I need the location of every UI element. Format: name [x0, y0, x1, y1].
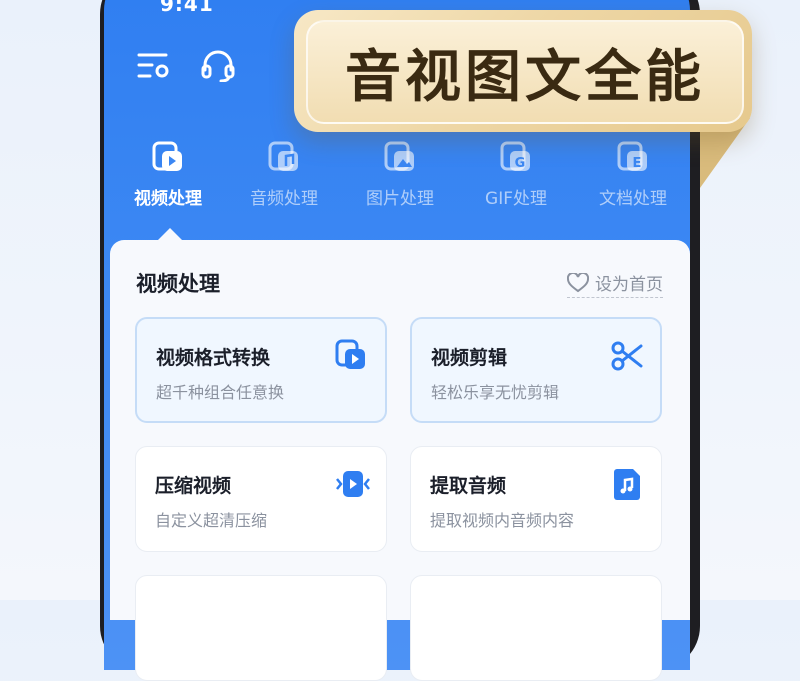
tab-label: GIF处理	[485, 189, 547, 209]
card-subtitle: 超千种组合任意换	[156, 383, 285, 402]
tab-label: 视频处理	[134, 189, 202, 209]
promo-badge-text: 音视图文全能	[345, 44, 705, 110]
card-subtitle: 自定义超清压缩	[155, 511, 268, 530]
tab-gif[interactable]: G GIF处理	[461, 140, 571, 209]
audio-icon	[268, 141, 298, 171]
status-time: 9:41	[160, 0, 214, 16]
card-title: 视频格式转换	[156, 347, 271, 369]
tab-label: 图片处理	[366, 189, 434, 209]
active-tab-indicator	[158, 228, 182, 240]
card-subtitle: 轻松乐享无忧剪辑	[431, 383, 560, 402]
tab-document[interactable]: E 文档处理	[578, 140, 688, 209]
video-convert-icon	[335, 339, 365, 369]
headset-icon[interactable]	[200, 50, 236, 82]
heart-icon	[567, 272, 589, 292]
card-partial[interactable]	[135, 575, 387, 681]
card-extract-audio[interactable]: 提取音频 提取视频内音频内容	[410, 446, 662, 552]
music-file-icon	[614, 469, 640, 500]
card-title: 压缩视频	[155, 475, 232, 497]
card-title: 提取音频	[430, 475, 507, 497]
document-icon: E	[617, 141, 647, 171]
tab-image[interactable]: 图片处理	[345, 140, 455, 209]
settings-list-icon[interactable]	[136, 50, 172, 82]
tab-audio[interactable]: 音频处理	[229, 140, 339, 209]
card-video-edit[interactable]: 视频剪辑 轻松乐享无忧剪辑	[410, 317, 662, 423]
gif-icon: G	[500, 141, 530, 171]
tab-label: 文档处理	[599, 189, 667, 209]
video-icon	[152, 141, 182, 171]
card-compress-video[interactable]: 压缩视频 自定义超清压缩	[135, 446, 387, 552]
card-partial[interactable]	[410, 575, 662, 681]
tab-video[interactable]: 视频处理	[113, 140, 223, 209]
tab-label: 音频处理	[250, 189, 318, 209]
svg-text:G: G	[515, 156, 526, 171]
image-icon	[384, 141, 414, 171]
set-home-button[interactable]: 设为首页	[567, 270, 663, 298]
promo-badge-frame: 音视图文全能	[306, 20, 744, 124]
set-home-label: 设为首页	[595, 275, 663, 295]
svg-text:E: E	[633, 156, 642, 171]
scissors-icon	[611, 341, 643, 371]
compress-icon	[336, 471, 370, 497]
card-title: 视频剪辑	[431, 347, 508, 369]
card-video-convert[interactable]: 视频格式转换 超千种组合任意换	[135, 317, 387, 423]
card-subtitle: 提取视频内音频内容	[430, 511, 575, 530]
section-title: 视频处理	[136, 272, 220, 296]
